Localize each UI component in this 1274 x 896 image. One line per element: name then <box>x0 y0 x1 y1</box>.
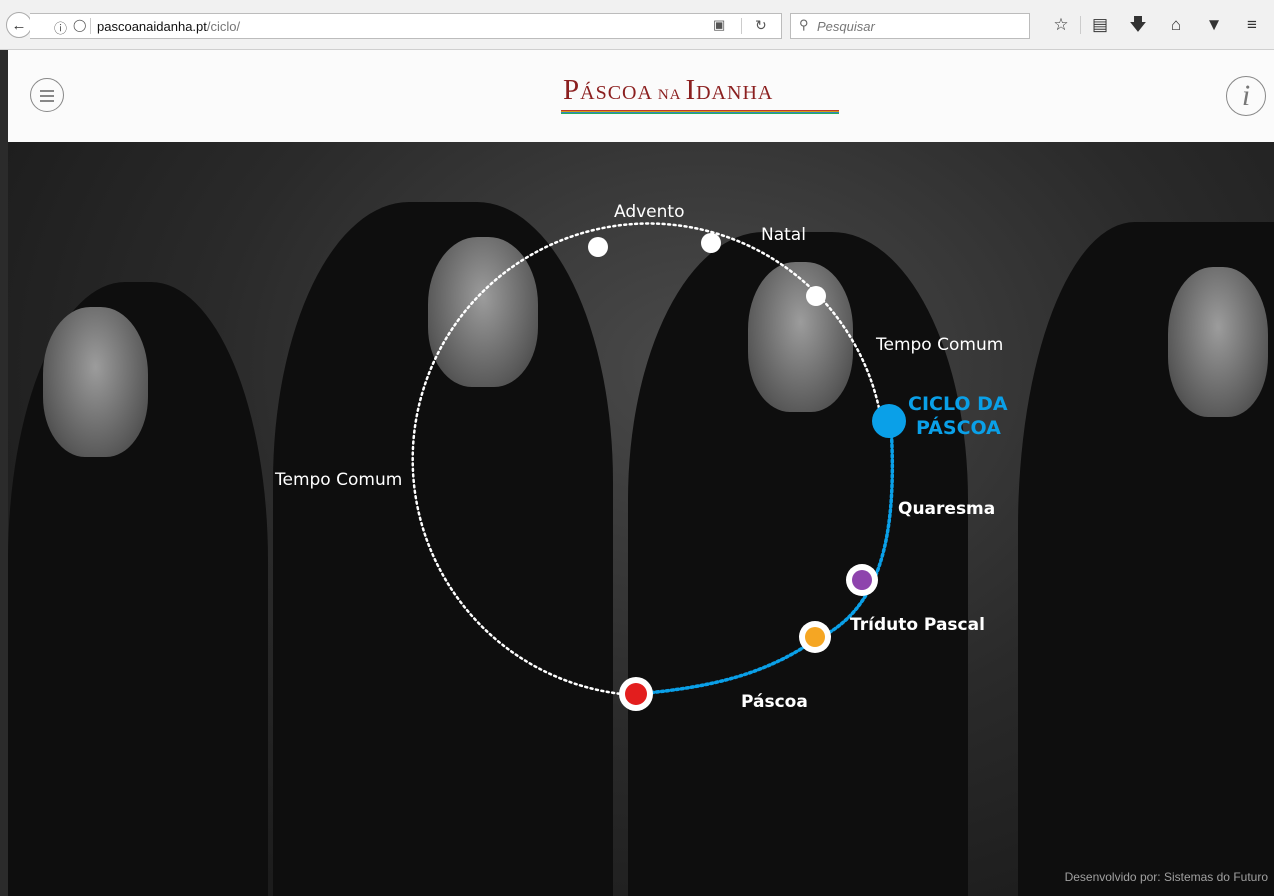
label-advento[interactable]: Advento <box>614 202 684 222</box>
divider <box>90 18 91 34</box>
label-ciclo-line2: PÁSCOA <box>916 417 1001 439</box>
back-button[interactable]: ← <box>6 12 32 38</box>
download-icon[interactable]: 🡇 <box>1119 12 1157 38</box>
hamburger-menu-button[interactable] <box>30 78 64 112</box>
natal-dot[interactable] <box>701 233 721 253</box>
shield-icon[interactable]: ◯ <box>73 18 86 32</box>
label-tempo-comum-left[interactable]: Tempo Comum <box>275 470 402 490</box>
logo-text: NA <box>657 87 686 103</box>
logo-text: ÁSCOA <box>580 82 658 104</box>
reader-view-icon[interactable]: ▣ <box>713 17 725 33</box>
search-placeholder: Pesquisar <box>817 19 875 34</box>
label-triduo[interactable]: Tríduto Pascal <box>850 615 985 635</box>
address-bar[interactable]: ⓘ ◯ pascoanaidanha.pt/ciclo/ ▣ ↻ <box>30 13 782 39</box>
url-domain: pascoanaidanha.pt <box>97 19 207 34</box>
ciclo-pascoa-dot[interactable] <box>872 404 906 438</box>
logo-text: DANHA <box>696 82 774 104</box>
hero-photo: Advento Natal Tempo Comum Tempo Comum CI… <box>8 142 1274 896</box>
menu-line <box>40 90 54 92</box>
pascoa-dot <box>625 683 647 705</box>
triduo-dot <box>805 627 825 647</box>
label-ciclo-da-pascoa[interactable]: CICLO DA PÁSCOA <box>908 392 1008 440</box>
label-ciclo-line1: CICLO DA <box>908 393 1008 415</box>
label-quaresma[interactable]: Quaresma <box>898 499 995 519</box>
bookmarks-list-icon[interactable]: ▤ <box>1081 12 1119 38</box>
menu-icon[interactable]: ≡ <box>1233 12 1271 38</box>
footer-credit[interactable]: Desenvolvido por: Sistemas do Futuro <box>1065 870 1268 884</box>
advento-dot[interactable] <box>588 237 608 257</box>
divider <box>741 18 742 34</box>
cycle-path-blue <box>634 423 895 696</box>
logo-letter: I <box>685 74 697 106</box>
url-path: /ciclo/ <box>206 19 241 34</box>
logo-letter: P <box>563 74 581 106</box>
reload-icon[interactable]: ↻ <box>755 17 767 34</box>
quaresma-dot <box>852 570 872 590</box>
info-icon[interactable]: ⓘ <box>54 18 67 37</box>
home-icon[interactable]: ⌂ <box>1157 12 1195 38</box>
logo-stripe <box>561 110 839 114</box>
tempo-comum-dot[interactable] <box>806 286 826 306</box>
label-pascoa[interactable]: Páscoa <box>741 692 808 712</box>
arrow-left-icon: ← <box>11 16 27 34</box>
url-text[interactable]: pascoanaidanha.pt/ciclo/ <box>97 19 240 34</box>
info-button[interactable]: i <box>1226 76 1266 116</box>
label-natal[interactable]: Natal <box>761 225 806 245</box>
pocket-icon[interactable]: ▼ <box>1195 12 1233 38</box>
toolbar-icons: ☆ ▤ 🡇 ⌂ ▼ ≡ <box>1042 12 1271 38</box>
site-logo[interactable]: PÁSCOA NA IDANHA <box>563 74 773 107</box>
label-tempo-comum-right[interactable]: Tempo Comum <box>876 335 1003 355</box>
search-icon: ⚲ <box>799 17 809 32</box>
bookmark-star-icon[interactable]: ☆ <box>1042 12 1080 38</box>
liturgical-cycle <box>411 222 906 711</box>
browser-toolbar: ← ⓘ ◯ pascoanaidanha.pt/ciclo/ ▣ ↻ ⚲ Pes… <box>0 0 1274 50</box>
menu-line <box>40 100 54 102</box>
search-bar[interactable]: ⚲ Pesquisar <box>790 13 1030 39</box>
menu-line <box>40 95 54 97</box>
site-header: PÁSCOA NA IDANHA i <box>8 50 1274 142</box>
